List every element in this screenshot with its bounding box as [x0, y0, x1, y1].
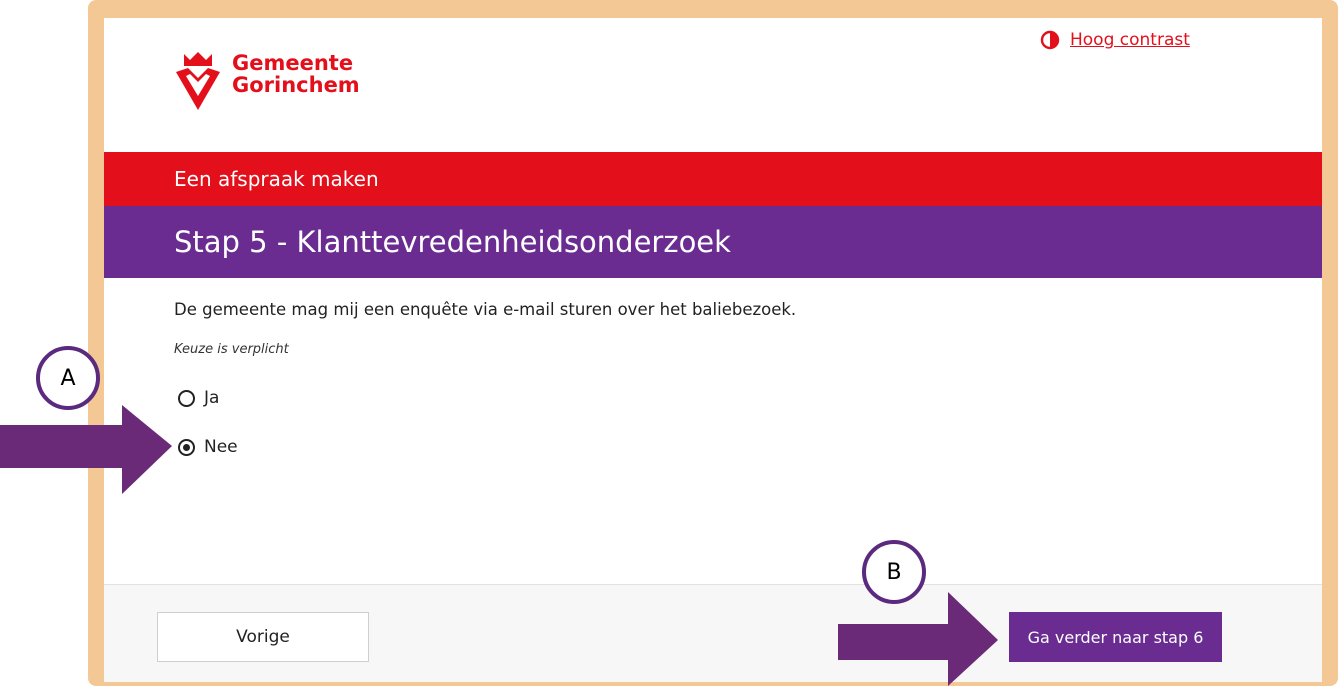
radio-option-ja[interactable]: Ja	[178, 388, 219, 408]
required-note: Keuze is verplicht	[174, 342, 289, 357]
step-title-bar: Stap 5 - Klanttevredenheidsonderzoek	[104, 206, 1322, 278]
logo-line-2: Gorinchem	[232, 73, 360, 97]
lion-crown-icon	[176, 52, 220, 110]
form-footer: Vorige Ga verder naar stap 6	[104, 584, 1322, 682]
logo-text: Gemeente Gorinchem	[232, 52, 360, 96]
next-step-button[interactable]: Ga verder naar stap 6	[1009, 612, 1222, 662]
survey-question: De gemeente mag mij een enquête via e-ma…	[174, 300, 797, 319]
municipality-logo[interactable]: Gemeente Gorinchem	[174, 52, 360, 112]
radio-option-nee[interactable]: Nee	[178, 437, 238, 457]
logo-line-1: Gemeente	[232, 51, 354, 75]
high-contrast-link[interactable]: Hoog contrast	[1070, 30, 1190, 50]
service-title-bar: Een afspraak maken	[104, 152, 1322, 206]
high-contrast-toggle[interactable]: Hoog contrast	[1040, 30, 1190, 50]
radio-button-nee[interactable]	[178, 438, 195, 456]
radio-label-nee[interactable]: Nee	[204, 437, 238, 457]
marker-b-label: B	[886, 559, 902, 585]
service-title: Een afspraak maken	[174, 167, 379, 191]
radio-label-ja[interactable]: Ja	[204, 388, 219, 408]
annotation-marker-b: B	[862, 540, 926, 604]
radio-button-ja[interactable]	[178, 389, 195, 407]
step-title: Stap 5 - Klanttevredenheidsonderzoek	[174, 225, 731, 259]
appointment-page: Gemeente Gorinchem Hoog contrast Een afs…	[104, 18, 1322, 682]
marker-a-label: A	[60, 365, 76, 391]
previous-button[interactable]: Vorige	[157, 612, 369, 662]
annotation-marker-a: A	[36, 346, 100, 410]
contrast-icon	[1040, 30, 1060, 50]
